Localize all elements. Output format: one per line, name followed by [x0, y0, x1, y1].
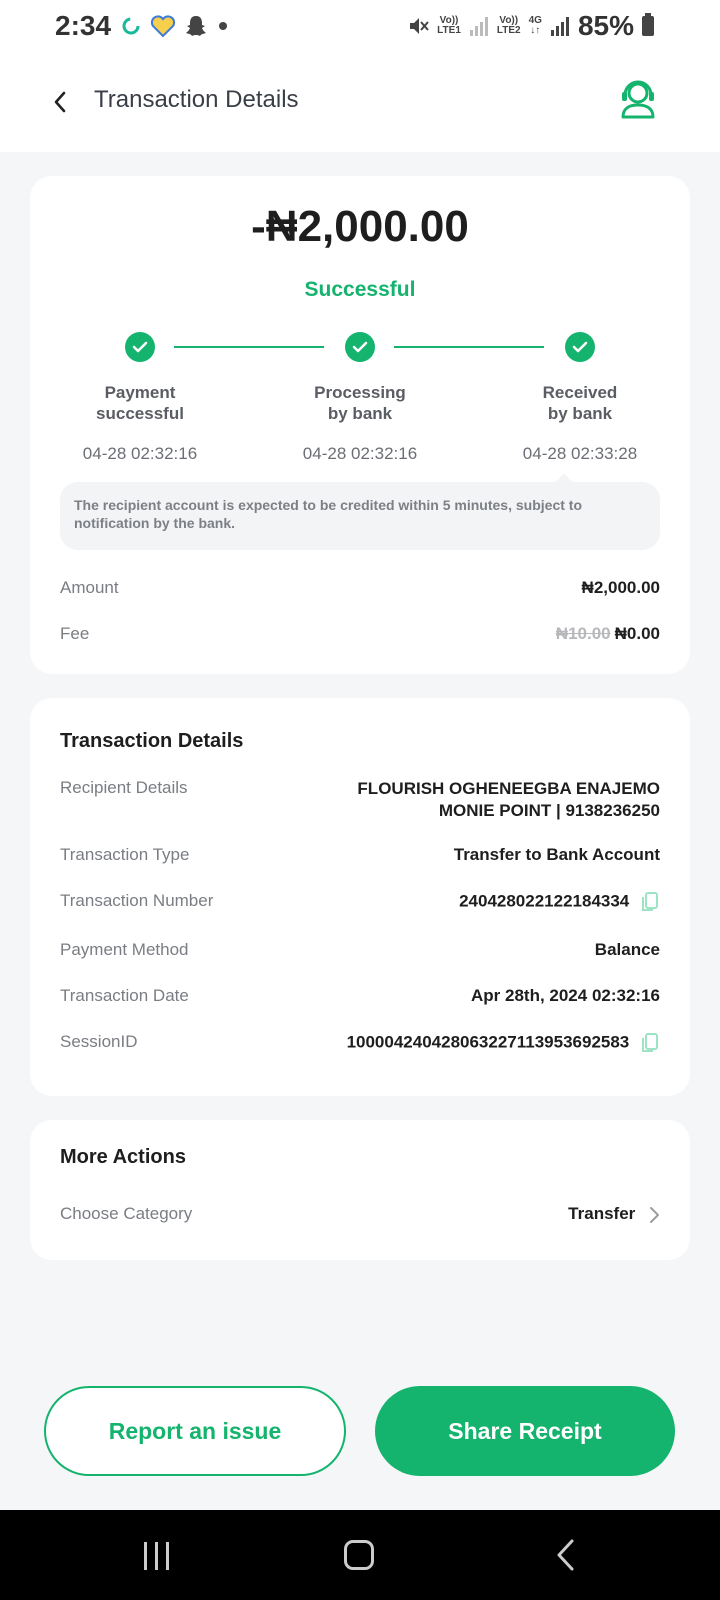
share-receipt-button[interactable]: Share Receipt	[375, 1386, 675, 1476]
recipient-value: FLOURISH OGHENEEGBA ENAJEMO MONIE POINT …	[357, 778, 660, 822]
recent-apps-button[interactable]	[144, 1542, 174, 1570]
method-value: Balance	[594, 940, 660, 959]
credit-notice: The recipient account is expected to be …	[60, 482, 660, 550]
signal-icon	[550, 17, 569, 36]
type-label: Transaction Type	[60, 845, 190, 864]
category-selector[interactable]: Transfer	[568, 1204, 660, 1224]
heart-icon	[150, 15, 176, 38]
step-time: 04-28 02:32:16	[82, 444, 198, 463]
app-header: Transaction Details	[0, 52, 720, 152]
network-type: 4G ↓↑	[528, 15, 542, 36]
type-value: Transfer to Bank Account	[453, 845, 660, 864]
system-icons: Vo)) LTE1 Vo)) LTE2 4G ↓↑ 85%	[407, 10, 654, 42]
session-label: SessionID	[60, 1032, 138, 1051]
method-label: Payment Method	[60, 940, 189, 959]
step-label-received: Received by bank	[542, 383, 618, 423]
notification-icons	[120, 14, 230, 38]
copy-icon[interactable]	[640, 891, 660, 913]
page-title: Transaction Details	[94, 86, 299, 113]
details-card: Transaction Details Recipient Details FL…	[30, 698, 690, 1096]
fee-label: Fee	[60, 624, 90, 643]
check-icon	[345, 332, 375, 362]
details-title: Transaction Details	[60, 730, 244, 752]
status-time: 2:34	[55, 10, 112, 41]
date-value: Apr 28th, 2024 02:32:16	[471, 986, 660, 1005]
fee-value-group: ₦10.00 ₦0.00	[556, 624, 660, 644]
amount-label: Amount	[60, 578, 119, 597]
number-value: 240428022122184334	[459, 891, 630, 911]
home-button[interactable]	[344, 1540, 374, 1570]
back-button[interactable]	[40, 82, 80, 122]
step-label-processing: Processing by bank	[314, 383, 406, 423]
recipient-row: Recipient Details FLOURISH OGHENEEGBA EN…	[60, 778, 660, 822]
system-back-icon[interactable]	[552, 1538, 580, 1572]
category-label: Choose Category	[60, 1204, 193, 1223]
summary-card: -₦2,000.00 Successful Payment successful…	[30, 176, 690, 674]
report-issue-button[interactable]: Report an issue	[44, 1386, 346, 1476]
check-icon	[125, 332, 155, 362]
signal-icon	[469, 17, 488, 36]
recipient-name: FLOURISH OGHENEEGBA ENAJEMO	[357, 779, 660, 798]
number-value-group: 240428022122184334	[459, 891, 660, 913]
category-value: Transfer	[568, 1204, 636, 1223]
progress-line	[394, 346, 544, 348]
step-time: 04-28 02:32:16	[302, 444, 418, 463]
support-button[interactable]	[616, 76, 660, 120]
dot-icon	[219, 22, 227, 30]
recipient-bank: MONIE POINT | 9138236250	[438, 801, 660, 820]
fee-value: ₦0.00	[614, 624, 660, 643]
date-label: Transaction Date	[60, 986, 189, 1005]
customer-support-icon	[621, 80, 655, 119]
recipient-label: Recipient Details	[60, 778, 188, 797]
chevron-left-icon	[54, 91, 66, 113]
transaction-amount: -₦2,000.00	[251, 202, 469, 251]
lte2-indicator: Vo)) LTE2	[496, 15, 521, 36]
number-label: Transaction Number	[60, 891, 214, 910]
step-time: 04-28 02:33:28	[522, 444, 638, 463]
session-value-group: 100004240428063227113953692583	[347, 1032, 660, 1054]
fee-original: ₦10.00	[555, 624, 611, 643]
copy-icon[interactable]	[640, 1032, 660, 1054]
step-label-payment: Payment successful	[96, 383, 184, 423]
chevron-right-icon	[650, 1206, 659, 1223]
check-icon	[565, 332, 595, 362]
battery-percent: 85%	[577, 10, 634, 41]
status-bar: 2:34 Vo)) LTE1 Vo)) LTE2 4G ↓↑ 85%	[0, 0, 720, 52]
lte1-indicator: Vo)) LTE1	[437, 15, 461, 36]
session-value: 100004240428063227113953692583	[346, 1032, 630, 1052]
progress-line	[174, 346, 324, 348]
sync-icon	[122, 17, 140, 35]
snapchat-icon	[186, 16, 206, 36]
mute-icon	[410, 18, 429, 34]
system-nav-bar	[0, 1510, 720, 1600]
status-label: Successful	[304, 278, 416, 301]
battery-icon	[642, 13, 654, 36]
more-actions-title: More Actions	[60, 1146, 186, 1168]
amount-value: ₦2,000.00	[581, 578, 660, 597]
more-actions-card: More Actions Choose Category Transfer	[30, 1120, 690, 1260]
